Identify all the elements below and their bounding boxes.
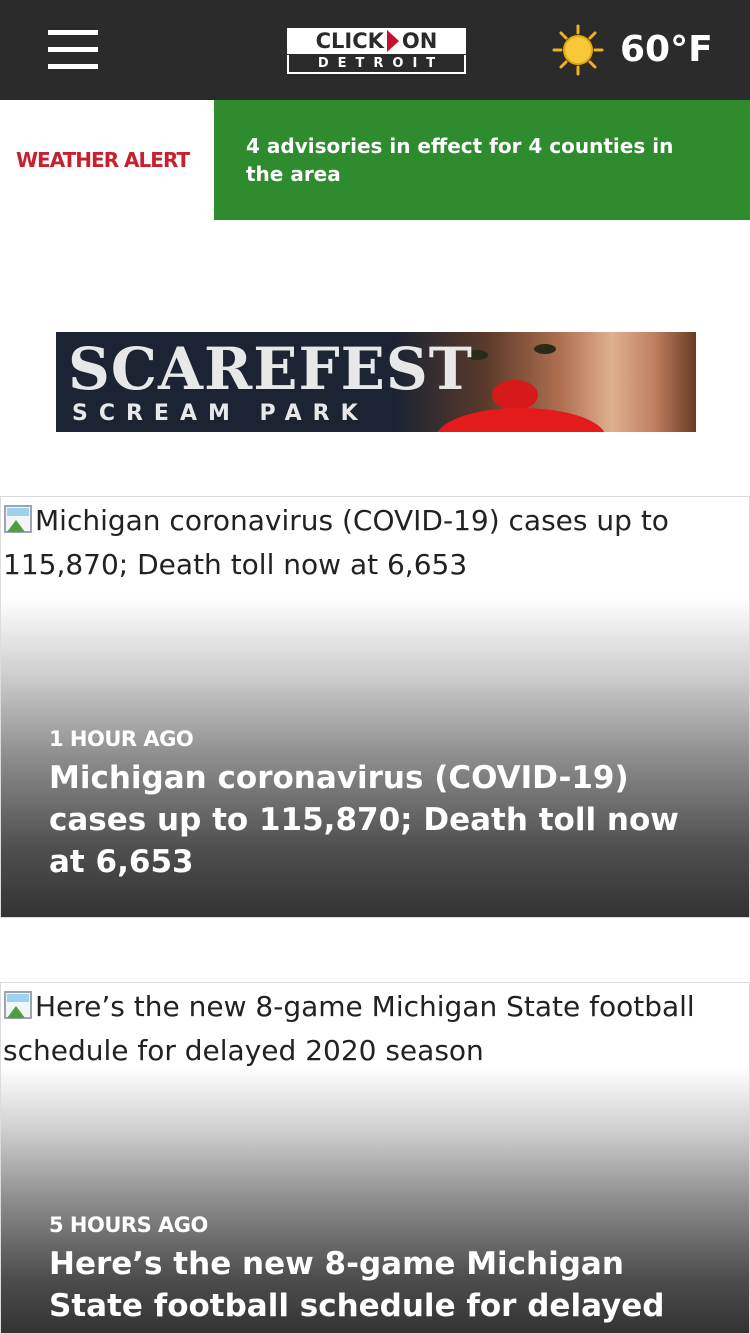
broken-image-icon — [3, 504, 35, 536]
hamburger-menu-icon[interactable] — [48, 30, 98, 70]
story-image-alt: Michigan coronavirus (COVID-19) cases up… — [3, 504, 669, 581]
clown-eye — [534, 344, 556, 354]
logo-arrow-icon — [386, 30, 399, 52]
broken-image-icon — [3, 990, 35, 1022]
story-image: Michigan coronavirus (COVID-19) cases up… — [3, 499, 743, 587]
weather-alert-label: WEATHER ALERT — [16, 148, 190, 172]
weather-alert-message: 4 advisories in effect for 4 counties in… — [246, 134, 674, 186]
weather-alert-bar[interactable]: WEATHER ALERT 4 advisories in effect for… — [0, 100, 750, 220]
story-headline[interactable]: Michigan coronavirus (COVID-19) cases up… — [49, 757, 709, 883]
logo-wordmark-bottom: DETROIT — [287, 55, 466, 74]
story-image: Here’s the new 8-game Michigan State foo… — [3, 985, 743, 1073]
story-headline[interactable]: Here’s the new 8-game Michigan State foo… — [49, 1243, 709, 1327]
red-balloon — [436, 408, 606, 432]
logo-wordmark-top: CLICK ON — [287, 28, 466, 54]
story-card[interactable]: Michigan coronavirus (COVID-19) cases up… — [0, 496, 750, 918]
sun-icon — [552, 24, 604, 76]
story-timestamp: 5 HOURS AGO — [49, 1213, 208, 1237]
story-image-alt: Here’s the new 8-game Michigan State foo… — [3, 990, 695, 1067]
logo-click-text: CLICK — [315, 29, 384, 53]
logo-detroit-text: DETROIT — [317, 55, 445, 71]
menu-line — [48, 47, 98, 52]
ad-subtitle: SCREAM PARK — [72, 401, 369, 426]
logo-on-text: ON — [401, 29, 438, 53]
ad-title: SCAREFEST — [68, 335, 473, 403]
story-timestamp: 1 HOUR AGO — [49, 727, 194, 751]
site-header: CLICK ON DETROIT 60°F — [0, 0, 750, 100]
menu-line — [48, 64, 98, 69]
clown-nose — [492, 380, 538, 410]
weather-alert-label-box: WEATHER ALERT — [0, 100, 214, 220]
story-card[interactable]: Here’s the new 8-game Michigan State foo… — [0, 982, 750, 1334]
menu-line — [48, 30, 98, 35]
advertisement-banner[interactable]: SCAREFEST SCREAM PARK — [56, 332, 696, 432]
weather-alert-message-box: 4 advisories in effect for 4 counties in… — [214, 100, 750, 220]
weather-widget[interactable]: 60°F — [552, 22, 713, 78]
temperature-label: 60°F — [620, 29, 713, 70]
site-logo[interactable]: CLICK ON DETROIT — [287, 28, 466, 74]
